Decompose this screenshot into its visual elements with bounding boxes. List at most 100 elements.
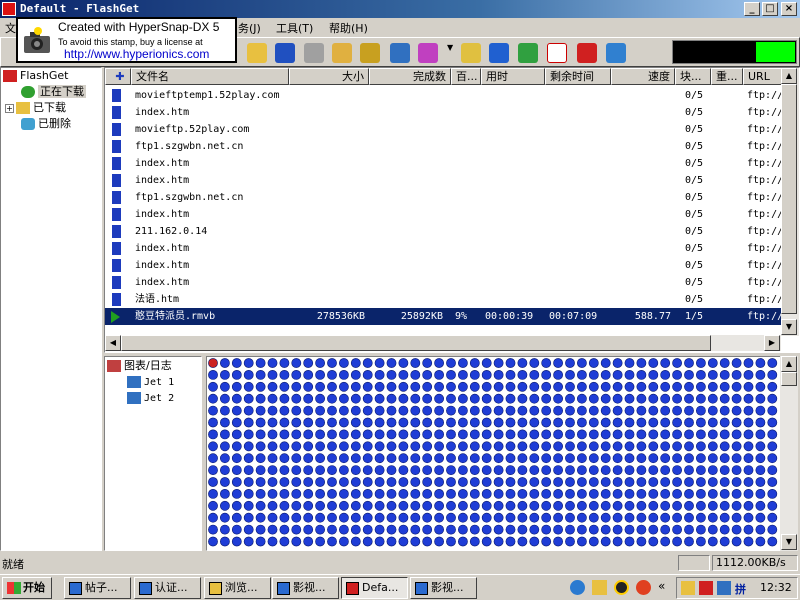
- column-filename[interactable]: 文件名: [131, 68, 289, 85]
- ie-quicklaunch-icon[interactable]: [570, 580, 585, 595]
- flashget-logo-icon[interactable]: [577, 43, 597, 63]
- edit-icon[interactable]: [390, 43, 410, 63]
- task-button[interactable]: 影视...: [272, 577, 339, 599]
- cell-blocks: 0/5: [685, 107, 704, 118]
- tree-root[interactable]: FlashGet: [3, 68, 68, 84]
- table-row-selected[interactable]: 憨豆特派员.rmvb 278536KB 25892KB 9% 00:00:39 00:07…: [105, 308, 783, 325]
- jet-item-2[interactable]: Jet 2: [127, 391, 174, 407]
- block-pending: [338, 465, 349, 475]
- column-percent[interactable]: 百...: [451, 68, 481, 85]
- block-pending: [327, 405, 337, 416]
- properties-icon[interactable]: [360, 43, 380, 63]
- task-button-active[interactable]: Defa...: [341, 577, 408, 599]
- hangup-icon[interactable]: [461, 43, 481, 63]
- table-row[interactable]: ftp1.szgwbn.net.cn 0/5 ftp://: [105, 138, 783, 155]
- menu-file[interactable]: 文: [5, 20, 16, 36]
- expand-tray-icon[interactable]: «: [658, 579, 665, 593]
- minimize-button[interactable]: _: [744, 2, 760, 16]
- block-pending: [446, 417, 456, 428]
- help-icon[interactable]: [547, 43, 567, 63]
- grid-scroll-down-button[interactable]: ▼: [781, 534, 797, 550]
- column-status[interactable]: ✚: [105, 68, 131, 85]
- table-row[interactable]: index.htm 0/5 ftp://: [105, 104, 783, 121]
- close-button[interactable]: ×: [781, 2, 797, 16]
- task-button[interactable]: 帖子...: [64, 577, 131, 599]
- network-icon[interactable]: [717, 581, 731, 595]
- block-pending: [410, 429, 421, 440]
- column-completed[interactable]: 完成数: [369, 68, 451, 85]
- table-row[interactable]: index.htm 0/5 ftp://: [105, 206, 783, 223]
- table-row[interactable]: index.htm 0/5 ftp://: [105, 257, 783, 274]
- scroll-up-button[interactable]: ▲: [781, 68, 797, 84]
- tree-item-deleted[interactable]: 已删除: [21, 116, 71, 132]
- task-button[interactable]: 浏览...: [204, 577, 271, 599]
- open-folder-icon[interactable]: [247, 43, 267, 63]
- expand-plus-icon[interactable]: +: [5, 103, 14, 113]
- find-binoculars-icon[interactable]: [275, 43, 295, 63]
- connect-icon[interactable]: [304, 43, 324, 63]
- qq-icon[interactable]: [614, 580, 629, 595]
- block-pending: [422, 453, 433, 464]
- flashget-tray-icon[interactable]: [699, 581, 713, 595]
- column-url[interactable]: URL: [743, 68, 783, 85]
- scroll-thumb[interactable]: [781, 84, 797, 314]
- menu-tools[interactable]: 工具(T): [276, 20, 313, 36]
- maximize-button[interactable]: □: [762, 2, 778, 16]
- block-pending: [208, 381, 218, 392]
- table-row[interactable]: movieftptemp1.52play.com 0/5 ftp://: [105, 87, 783, 104]
- exit-door-icon[interactable]: [606, 43, 626, 63]
- task-button[interactable]: 认证...: [134, 577, 201, 599]
- dial-phone-icon[interactable]: [332, 43, 352, 63]
- block-pending: [386, 512, 397, 523]
- table-row[interactable]: index.htm 0/5 ftp://: [105, 240, 783, 257]
- block-pending: [303, 441, 314, 452]
- table-row[interactable]: movieftp.52play.com 0/5 ftp://: [105, 121, 783, 138]
- task-button[interactable]: 影视...: [410, 577, 477, 599]
- scroll-left-button[interactable]: ◀: [105, 335, 121, 351]
- grid-scroll-thumb[interactable]: [781, 372, 797, 386]
- table-row[interactable]: index.htm 0/5 ftp://: [105, 155, 783, 172]
- graph-log-root[interactable]: 图表/日志: [107, 358, 172, 374]
- grid-vertical-scrollbar[interactable]: ▲ ▼: [780, 356, 798, 551]
- ime-pinyin-indicator[interactable]: 拼: [735, 581, 746, 597]
- menu-task[interactable]: 务(J): [238, 20, 261, 36]
- table-row[interactable]: index.htm 0/5 ftp://: [105, 274, 783, 291]
- column-size[interactable]: 大小: [289, 68, 369, 85]
- game-icon[interactable]: [636, 580, 651, 595]
- speaker-icon[interactable]: [681, 581, 695, 595]
- edit-quicklaunch-icon[interactable]: [592, 580, 607, 595]
- dropdown-arrow-icon[interactable]: ▼: [447, 43, 455, 63]
- block-pending: [267, 500, 278, 511]
- table-row[interactable]: 211.162.0.14 0/5 ftp://: [105, 223, 783, 240]
- table-row[interactable]: ftp1.szgwbn.net.cn 0/5 ftp://: [105, 189, 783, 206]
- column-blocks[interactable]: 块...: [675, 68, 711, 85]
- table-row[interactable]: index.htm 0/5 ftp://: [105, 172, 783, 189]
- block-pending: [624, 393, 635, 404]
- cell-blocks: 0/5: [685, 175, 704, 186]
- column-remaining[interactable]: 剩余时间: [545, 68, 611, 85]
- scroll-right-button[interactable]: ▶: [764, 335, 780, 351]
- menu-help[interactable]: 帮助(H): [329, 20, 368, 36]
- tree-item-downloading[interactable]: 正在下载: [21, 84, 86, 100]
- column-elapsed[interactable]: 用时: [481, 68, 545, 85]
- scroll-down-button[interactable]: ▼: [781, 319, 797, 335]
- cell-url: ftp://: [747, 158, 783, 169]
- block-pending: [231, 381, 242, 392]
- grid-scroll-up-button[interactable]: ▲: [781, 356, 797, 372]
- favorites-heart-icon[interactable]: [418, 43, 438, 63]
- block-pending: [315, 358, 325, 368]
- tree-item-downloaded[interactable]: + 已下载: [5, 100, 66, 116]
- column-speed[interactable]: 速度: [611, 68, 675, 85]
- start-button[interactable]: 开始: [2, 577, 52, 599]
- options-icon[interactable]: [489, 43, 509, 63]
- web-globe-icon[interactable]: [518, 43, 538, 63]
- pending-file-icon: [109, 174, 121, 187]
- status-text: 就绪: [2, 558, 24, 571]
- jet-item-1[interactable]: Jet 1: [127, 375, 174, 391]
- flashget-app-icon[interactable]: [2, 2, 16, 16]
- hscroll-thumb[interactable]: [121, 335, 711, 351]
- block-pending: [672, 358, 682, 368]
- table-row[interactable]: 法语.htm 0/5 ftp://: [105, 291, 783, 308]
- column-retry[interactable]: 重...: [711, 68, 743, 85]
- title-bar[interactable]: Default - FlashGet _ □ ×: [0, 0, 800, 18]
